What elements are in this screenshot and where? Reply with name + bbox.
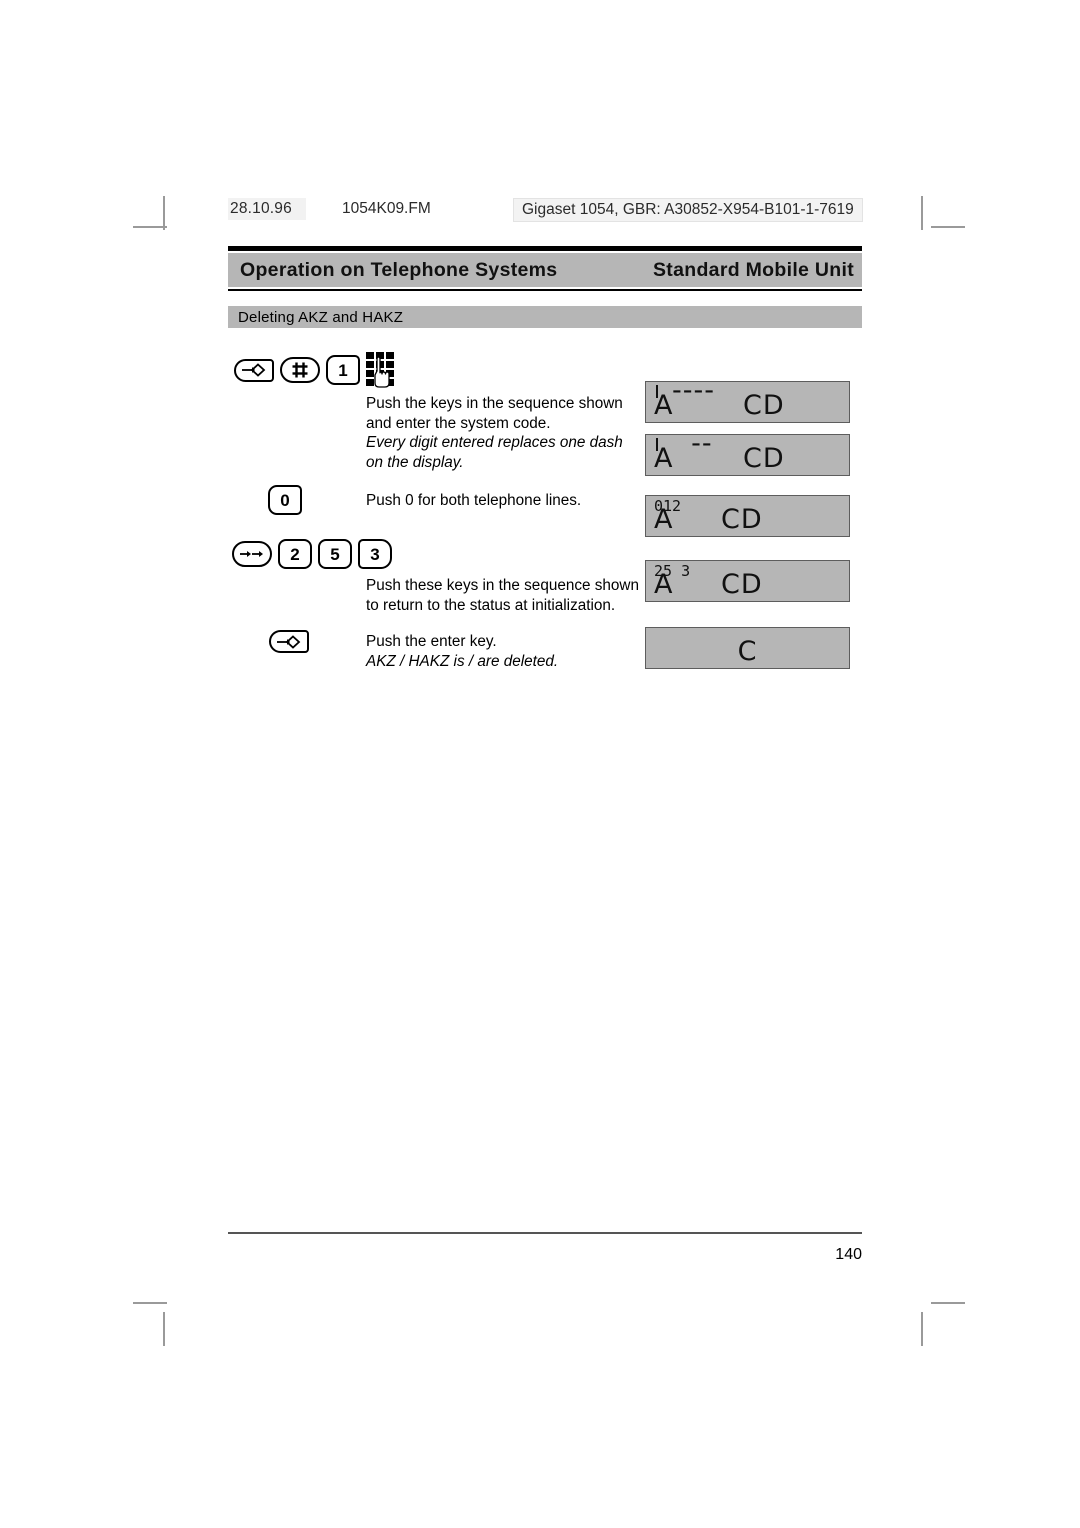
print-info-row: 28.10.96 1054K09.FM Gigaset 1054, GBR: A… [228, 198, 864, 224]
step-3-description: Push these keys in the sequence shown to… [366, 576, 666, 615]
hash-glyph [292, 362, 308, 378]
step-4-key-row [269, 630, 309, 653]
step-2-line-1: Push 0 for both telephone lines. [366, 492, 582, 509]
crop-mark-top-left-horizontal [133, 226, 167, 228]
enter-arrow-diamond-glyph [242, 363, 266, 377]
step-4-description: Push the enter key. AKZ / HAKZ is / are … [366, 632, 666, 671]
enter-key-icon-2[interactable] [269, 630, 309, 653]
digit-key-3-icon[interactable]: 3 [358, 539, 392, 569]
page-number: 140 [835, 1246, 862, 1263]
double-arrow-glyph [240, 551, 263, 557]
enter-arrow-diamond-glyph-2 [277, 634, 301, 649]
crop-mark-top-left-vertical [163, 196, 165, 230]
digit-key-2-label: 2 [290, 544, 300, 564]
section-title: Deleting AKZ and HAKZ [238, 308, 404, 326]
digit-key-5-label: 5 [330, 544, 340, 564]
keypad-hand-icon [366, 352, 396, 388]
crop-mark-bottom-right-horizontal [931, 1302, 965, 1304]
lcd-main-text-3: A [654, 504, 674, 535]
digit-key-0-icon[interactable]: 0 [268, 485, 302, 515]
step-4-line-1: Push the enter key. [366, 633, 497, 650]
crop-mark-top-right-vertical [921, 196, 923, 230]
lcd-main-text-5: C [737, 636, 758, 667]
header-rule-bottom [228, 289, 862, 291]
lcd-display-2: A -- CD [645, 428, 850, 476]
digit-key-5-icon[interactable]: 5 [318, 539, 352, 569]
header-left-title: Operation on Telephone Systems [240, 258, 558, 281]
lcd-display-5: C [645, 627, 850, 669]
digit-key-3-label: 3 [370, 544, 380, 564]
lcd-display-3: 012 A CD [645, 495, 850, 537]
step-4-italic-1: AKZ / HAKZ is / are deleted. [366, 652, 559, 670]
hash-key-icon[interactable] [280, 357, 320, 383]
step-2-key-row: 0 [268, 485, 302, 515]
step-1-line-1: Push the keys in the sequence shown [366, 395, 623, 412]
step-3-line-2: to return to the status at initializatio… [366, 596, 616, 614]
lcd-dashes-1: ---- [672, 375, 715, 406]
step-1-key-row: 1 [234, 352, 396, 388]
digit-key-1-icon[interactable]: 1 [326, 355, 360, 385]
digit-key-1-label: 1 [338, 360, 348, 380]
keypad-hand-glyph [366, 352, 394, 388]
print-identifier: Gigaset 1054, GBR: A30852-X954-B101-1-76… [513, 198, 863, 222]
running-header: Operation on Telephone Systems Standard … [228, 246, 862, 291]
lcd-main-text-1: A [654, 390, 674, 421]
step-3-key-row: 2 5 3 [232, 539, 392, 569]
print-date: 28.10.96 [228, 198, 306, 220]
header-band: Operation on Telephone Systems Standard … [228, 253, 862, 287]
lcd-dashes-2: -- [672, 428, 713, 459]
step-1-italic-1: Every digit entered replaces one dash [366, 434, 623, 451]
step-2-description: Push 0 for both telephone lines. [366, 491, 666, 511]
header-right-title: Standard Mobile Unit [653, 258, 854, 281]
lcd-display-1: A ---- CD [645, 375, 850, 423]
lcd-suffix-text-3: CD [721, 504, 763, 535]
lcd-display-4: 25 3 A CD [645, 560, 850, 602]
digit-key-2-icon[interactable]: 2 [278, 539, 312, 569]
lcd-main-text-4: A [654, 569, 674, 600]
enter-key-icon[interactable] [234, 358, 274, 382]
step-1-line-2: and enter the system code. [366, 414, 551, 432]
lcd-suffix-text-4: CD [721, 569, 763, 600]
crop-mark-bottom-left-vertical [163, 1312, 165, 1346]
footer-rule [228, 1232, 862, 1234]
lcd-suffix-text-1: CD [743, 390, 785, 421]
step-1-italic-2: on the display. [366, 453, 464, 471]
lcd-main-text-2: A [654, 443, 674, 474]
digit-key-0-label: 0 [280, 490, 290, 510]
step-3-line-1: Push these keys in the sequence shown [366, 577, 639, 594]
step-1-description: Push the keys in the sequence shown and … [366, 394, 636, 472]
lcd-suffix-text-2: CD [743, 443, 785, 474]
section-title-bar: Deleting AKZ and HAKZ [228, 306, 862, 328]
crop-mark-top-right-horizontal [931, 226, 965, 228]
forward-key-icon[interactable] [232, 541, 272, 567]
crop-mark-bottom-right-vertical [921, 1312, 923, 1346]
print-filename: 1054K09.FM [342, 200, 431, 217]
crop-mark-bottom-left-horizontal [133, 1302, 167, 1304]
